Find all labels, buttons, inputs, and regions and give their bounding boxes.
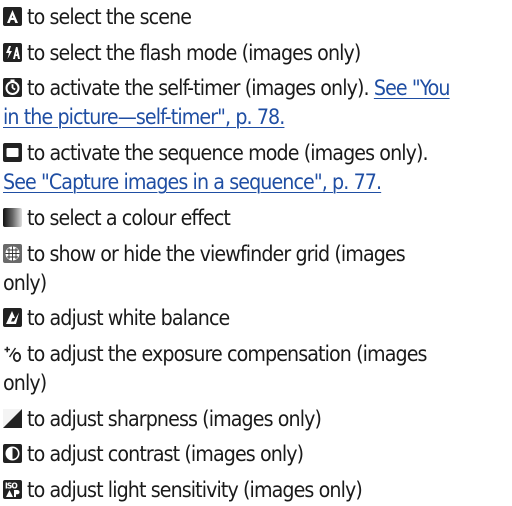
item-text: to show or hide the viewfinder grid (ima… bbox=[27, 240, 406, 266]
scene-icon bbox=[3, 7, 22, 26]
item-text: to select the scene bbox=[27, 4, 192, 29]
list-item-flash-mode: to select the flash mode (images only) bbox=[3, 38, 509, 67]
list-item-colour-effect: to select a colour effect bbox=[3, 203, 509, 232]
list-item-light-sensitivity: ISO to adjust light sensitivity (images o… bbox=[3, 475, 509, 504]
list-item-self-timer: to activate the self-timer (images only)… bbox=[3, 73, 509, 131]
item-text: to adjust contrast (images only) bbox=[27, 441, 304, 467]
item-text: to select a colour effect bbox=[27, 204, 231, 230]
exposure-compensation-icon bbox=[3, 343, 22, 363]
item-text-cont: only) bbox=[3, 369, 47, 395]
list-item-viewfinder-grid: to show or hide the viewfinder grid (ima… bbox=[3, 239, 509, 297]
self-timer-link-cont[interactable]: in the picture—self-timer", p. 78. bbox=[3, 104, 285, 130]
list-item-contrast: to adjust contrast (images only) bbox=[3, 439, 509, 468]
item-text: to adjust sharpness (images only) bbox=[27, 405, 322, 431]
item-text: to select the flash mode (images only) bbox=[27, 39, 361, 65]
manual-page: to select the scene to select the flash … bbox=[0, 0, 512, 506]
sharpness-icon bbox=[3, 408, 22, 428]
list-item-exposure-compensation: to adjust the exposure compensation (ima… bbox=[3, 339, 509, 397]
contrast-icon bbox=[3, 444, 22, 464]
viewfinder-grid-icon bbox=[3, 243, 22, 263]
sequence-mode-link[interactable]: See "Capture images in a sequence", p. 7… bbox=[3, 169, 382, 195]
item-text-cont: only) bbox=[3, 269, 47, 295]
item-text: to activate the self-timer (images only)… bbox=[27, 75, 370, 101]
item-text: to activate the sequence mode (images on… bbox=[27, 140, 429, 166]
list-item-white-balance: to adjust white balance bbox=[3, 303, 509, 332]
sequence-mode-icon bbox=[3, 143, 22, 163]
light-sensitivity-icon: ISO bbox=[3, 480, 22, 499]
item-text: to adjust the exposure compensation (ima… bbox=[27, 340, 427, 366]
colour-effect-icon bbox=[3, 207, 22, 227]
list-item-scene: to select the scene bbox=[3, 2, 509, 31]
flash-mode-icon bbox=[3, 42, 22, 62]
link-text: See "Capture images in a sequence", p. 7… bbox=[3, 169, 382, 195]
item-text: to adjust light sensitivity (images only… bbox=[27, 477, 363, 502]
self-timer-link[interactable]: See "You bbox=[373, 75, 451, 101]
link-text: in the picture—self-timer", p. 78. bbox=[3, 104, 285, 130]
white-balance-icon bbox=[3, 308, 22, 328]
item-text: to adjust white balance bbox=[27, 305, 230, 331]
self-timer-icon bbox=[3, 78, 22, 98]
list-item-sharpness: to adjust sharpness (images only) bbox=[3, 404, 509, 433]
link-text: See "You bbox=[373, 75, 451, 101]
svg-text:ISO: ISO bbox=[5, 482, 17, 491]
list-item-sequence-mode: to activate the sequence mode (images on… bbox=[3, 138, 509, 196]
